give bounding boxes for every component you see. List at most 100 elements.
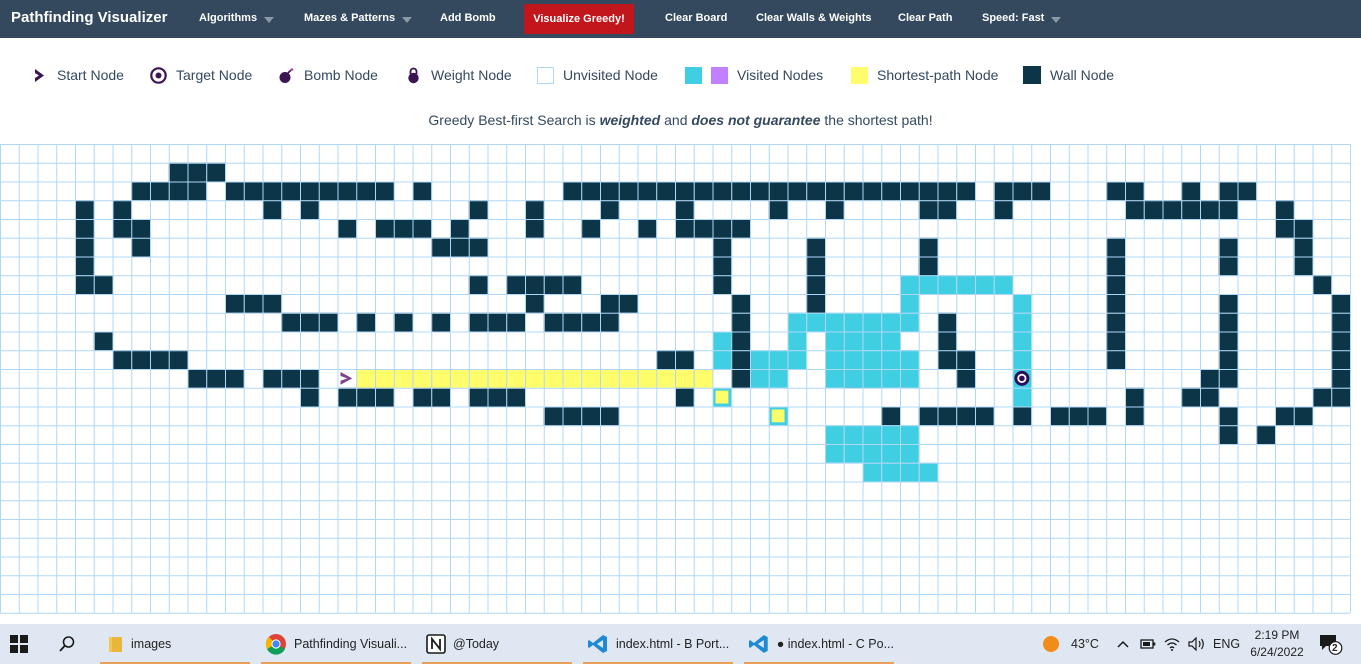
wall-node[interactable] bbox=[1218, 312, 1238, 332]
wall-node[interactable] bbox=[562, 406, 582, 426]
visited-node[interactable] bbox=[975, 275, 994, 294]
visited-node[interactable] bbox=[900, 312, 919, 332]
wall-node[interactable] bbox=[1275, 406, 1294, 426]
wall-node[interactable] bbox=[581, 219, 600, 238]
wall-node[interactable] bbox=[1181, 181, 1200, 201]
wall-node[interactable] bbox=[956, 350, 975, 369]
wall-node[interactable] bbox=[562, 312, 582, 332]
wall-node[interactable] bbox=[300, 369, 319, 388]
wall-node[interactable] bbox=[1106, 275, 1125, 294]
wall-node[interactable] bbox=[356, 387, 375, 407]
wall-node[interactable] bbox=[131, 350, 150, 369]
wall-node[interactable] bbox=[281, 181, 300, 201]
wall-node[interactable] bbox=[206, 162, 225, 182]
visited-node[interactable] bbox=[900, 425, 919, 444]
wall-node[interactable] bbox=[1087, 406, 1107, 426]
wall-node[interactable] bbox=[468, 237, 488, 257]
wall-node[interactable] bbox=[1200, 369, 1219, 388]
wall-node[interactable] bbox=[1162, 200, 1182, 219]
visited-node[interactable] bbox=[900, 462, 919, 482]
wall-node[interactable] bbox=[581, 312, 600, 332]
app-brand[interactable]: Pathfinding Visualizer bbox=[11, 9, 167, 26]
visited-node[interactable] bbox=[712, 331, 732, 351]
visited-node[interactable] bbox=[900, 294, 919, 313]
wall-node[interactable] bbox=[918, 256, 938, 276]
shortest-path-node[interactable] bbox=[771, 409, 785, 423]
wall-node[interactable] bbox=[618, 181, 638, 201]
wall-node[interactable] bbox=[1106, 181, 1125, 201]
visited-node[interactable] bbox=[843, 312, 863, 332]
visited-node[interactable] bbox=[993, 275, 1013, 294]
shortest-path-node[interactable] bbox=[656, 369, 675, 388]
wall-node[interactable] bbox=[806, 256, 825, 276]
wall-node[interactable] bbox=[150, 350, 169, 369]
wall-node[interactable] bbox=[675, 219, 694, 238]
wall-node[interactable] bbox=[918, 237, 938, 257]
wall-node[interactable] bbox=[75, 219, 94, 238]
visited-node[interactable] bbox=[825, 425, 844, 444]
wall-node[interactable] bbox=[937, 331, 957, 351]
wall-node[interactable] bbox=[225, 181, 244, 201]
wall-node[interactable] bbox=[956, 181, 975, 201]
wall-node[interactable] bbox=[768, 181, 788, 201]
wall-node[interactable] bbox=[918, 200, 938, 219]
wall-node[interactable] bbox=[937, 406, 957, 426]
algorithms-menu[interactable]: Algorithms bbox=[199, 12, 275, 24]
taskbar-app-vscode-2[interactable]: ● index.html - C Po... bbox=[744, 624, 894, 664]
wall-node[interactable] bbox=[375, 387, 394, 407]
clear-path-button[interactable]: Clear Path bbox=[898, 12, 952, 24]
wall-node[interactable] bbox=[468, 312, 488, 332]
wall-node[interactable] bbox=[1218, 237, 1238, 257]
wall-node[interactable] bbox=[825, 200, 844, 219]
wall-node[interactable] bbox=[1275, 200, 1294, 219]
visited-node[interactable] bbox=[881, 444, 900, 463]
wall-node[interactable] bbox=[1218, 200, 1238, 219]
visited-node[interactable] bbox=[900, 275, 919, 294]
wall-node[interactable] bbox=[1256, 425, 1275, 444]
wall-node[interactable] bbox=[956, 406, 975, 426]
wall-node[interactable] bbox=[300, 312, 319, 332]
visited-node[interactable] bbox=[918, 462, 938, 482]
wall-node[interactable] bbox=[731, 312, 750, 332]
visited-node[interactable] bbox=[787, 312, 807, 332]
wall-node[interactable] bbox=[168, 350, 188, 369]
visited-node[interactable] bbox=[881, 350, 900, 369]
wall-node[interactable] bbox=[487, 387, 507, 407]
wall-node[interactable] bbox=[1181, 200, 1200, 219]
battery-button[interactable] bbox=[1140, 624, 1156, 664]
wall-node[interactable] bbox=[1218, 369, 1238, 388]
wall-node[interactable] bbox=[900, 181, 919, 201]
visited-node[interactable] bbox=[768, 369, 788, 388]
wall-node[interactable] bbox=[1012, 406, 1032, 426]
visited-node[interactable] bbox=[825, 444, 844, 463]
wall-node[interactable] bbox=[1293, 256, 1313, 276]
wall-node[interactable] bbox=[262, 200, 282, 219]
wall-node[interactable] bbox=[656, 181, 675, 201]
start-node-icon[interactable] bbox=[340, 372, 353, 385]
shortest-path-node[interactable] bbox=[412, 369, 432, 388]
wall-node[interactable] bbox=[768, 200, 788, 219]
wall-node[interactable] bbox=[1106, 237, 1125, 257]
wall-node[interactable] bbox=[75, 275, 94, 294]
visited-node[interactable] bbox=[956, 275, 975, 294]
wall-node[interactable] bbox=[712, 275, 732, 294]
wall-node[interactable] bbox=[337, 387, 357, 407]
wall-node[interactable] bbox=[712, 237, 732, 257]
wall-node[interactable] bbox=[1125, 387, 1144, 407]
wall-node[interactable] bbox=[131, 181, 150, 201]
wall-node[interactable] bbox=[506, 275, 525, 294]
wall-node[interactable] bbox=[1218, 350, 1238, 369]
wall-node[interactable] bbox=[393, 312, 413, 332]
wall-node[interactable] bbox=[1331, 369, 1350, 388]
visited-node[interactable] bbox=[750, 350, 769, 369]
shortest-path-node[interactable] bbox=[450, 369, 469, 388]
wall-node[interactable] bbox=[675, 387, 694, 407]
wall-node[interactable] bbox=[581, 181, 600, 201]
visualize-button[interactable]: Visualize Greedy! bbox=[524, 4, 634, 34]
wall-node[interactable] bbox=[543, 275, 563, 294]
wall-node[interactable] bbox=[337, 219, 357, 238]
visited-node[interactable] bbox=[862, 331, 882, 351]
visited-node[interactable] bbox=[900, 444, 919, 463]
visited-node[interactable] bbox=[937, 275, 957, 294]
visited-node[interactable] bbox=[862, 425, 882, 444]
